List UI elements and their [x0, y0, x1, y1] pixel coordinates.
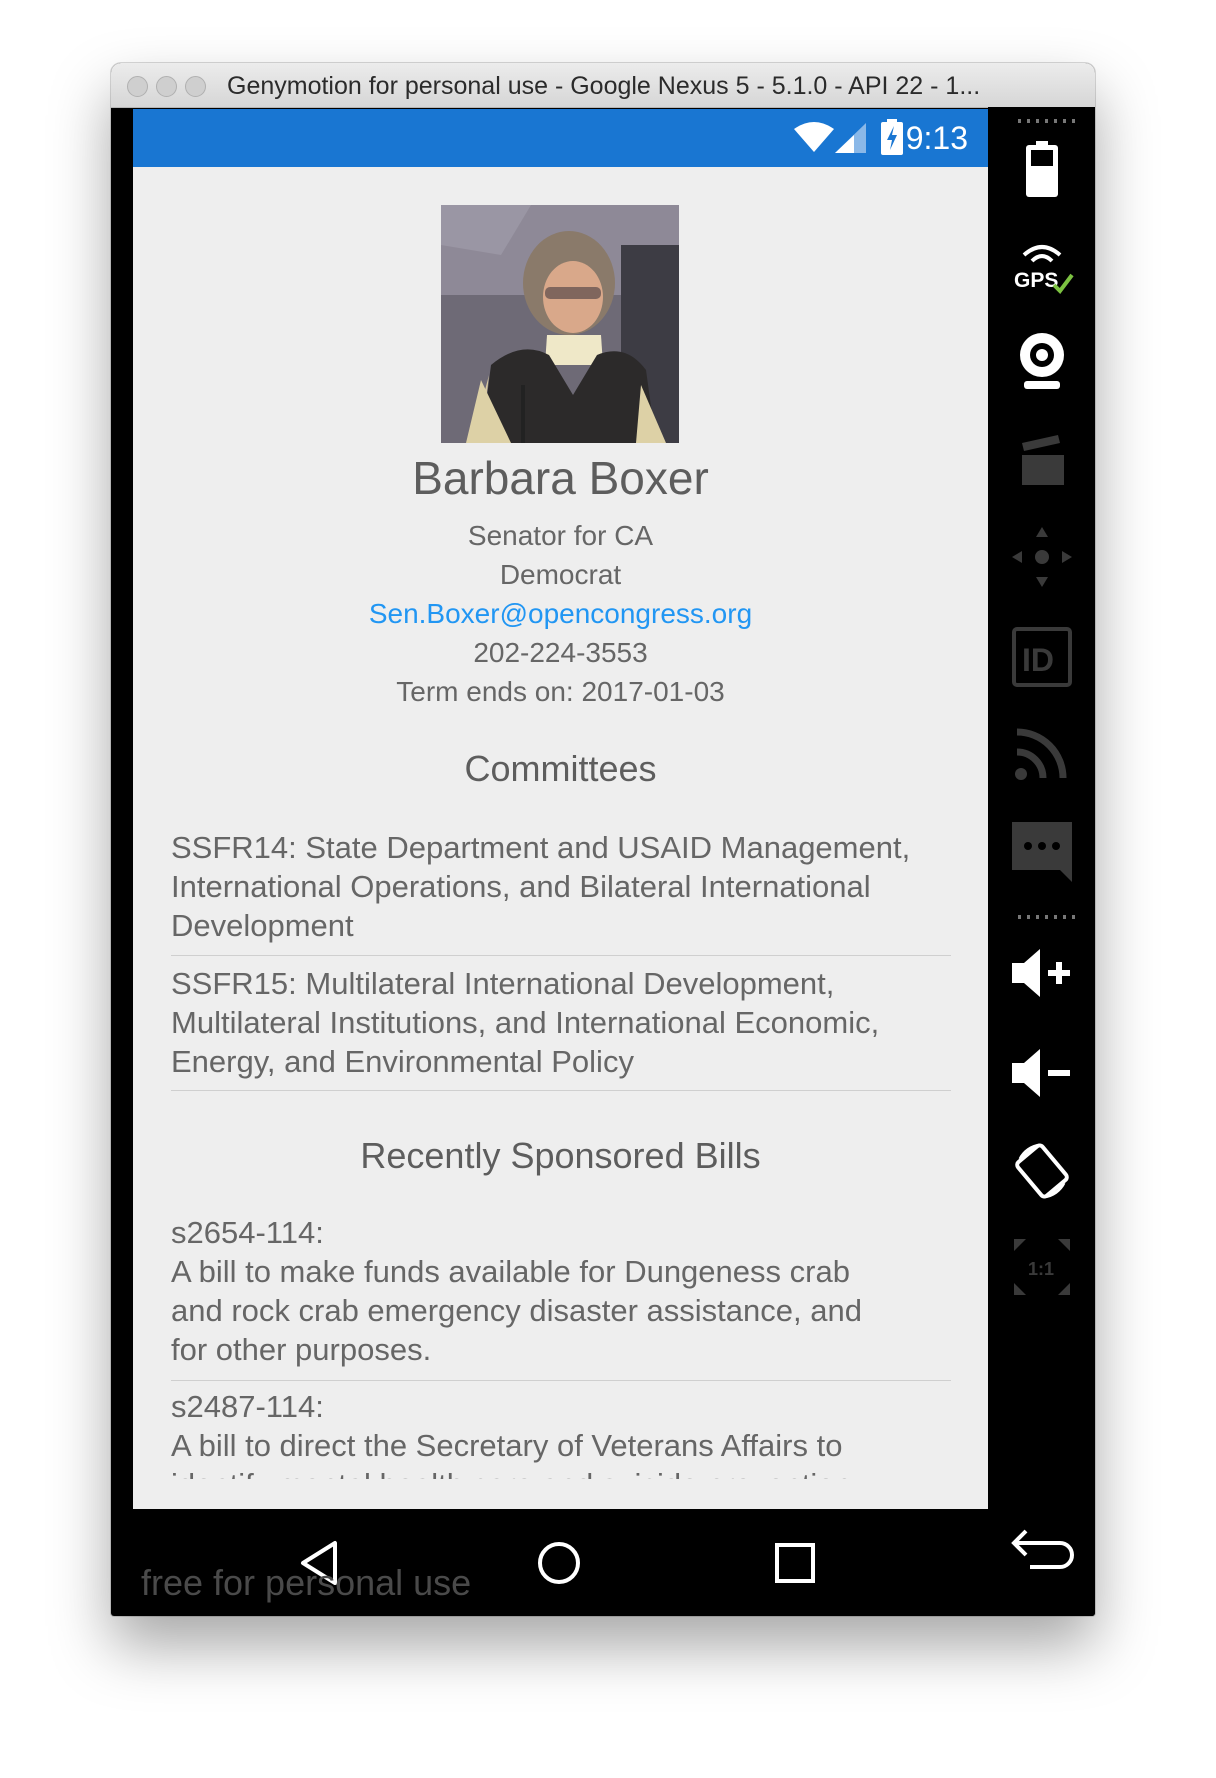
- senator-phone[interactable]: 202-224-3553: [133, 634, 988, 672]
- toolbar-divider: [1018, 915, 1080, 919]
- capture-icon[interactable]: [1010, 429, 1074, 493]
- volume-down-icon[interactable]: [1010, 1041, 1074, 1105]
- bill-title-line: identify mental health care and suicide …: [171, 1465, 951, 1479]
- committee-item[interactable]: SSFR15: Multilateral International Devel…: [171, 964, 951, 1081]
- svg-text:1:1: 1:1: [1028, 1259, 1054, 1279]
- portrait-image: [441, 205, 679, 443]
- bill-title-line: A bill to make funds available for Dunge…: [171, 1254, 850, 1289]
- toolbar-divider: [1018, 119, 1080, 123]
- senator-photo: [441, 205, 679, 443]
- bill-title-line: and rock crab emergency disaster assista…: [171, 1293, 862, 1328]
- cast-icon[interactable]: [1010, 721, 1074, 785]
- senator-email-link[interactable]: Sen.Boxer@opencongress.org: [133, 595, 988, 633]
- nav-home-icon[interactable]: [531, 1535, 587, 1591]
- bill-id: s2654-114:: [171, 1215, 324, 1250]
- committees-heading: Committees: [464, 748, 657, 789]
- gps-icon[interactable]: GPS: [1010, 235, 1074, 299]
- svg-text:GPS: GPS: [1014, 269, 1058, 292]
- nav-recents-icon[interactable]: [767, 1535, 823, 1591]
- window-title: Genymotion for personal use - Google Nex…: [227, 72, 981, 100]
- senator-party: Democrat: [499, 559, 622, 590]
- rotate-icon[interactable]: [1010, 1139, 1074, 1203]
- bill-title-line: for other purposes.: [171, 1332, 432, 1367]
- bill-id: s2487-114:: [171, 1389, 324, 1424]
- committee-line: Energy, and Environmental Policy: [171, 1044, 634, 1079]
- bill-item[interactable]: s2654-114: A bill to make funds availabl…: [171, 1213, 951, 1369]
- status-bar: 9:13: [133, 109, 988, 167]
- minimize-window-button[interactable]: [156, 76, 177, 97]
- window-titlebar[interactable]: Genymotion for personal use - Google Nex…: [111, 63, 1095, 108]
- signal-icon: [835, 123, 866, 153]
- svg-text:ID: ID: [1022, 642, 1054, 678]
- emulator-window: Genymotion for personal use - Google Nex…: [111, 63, 1095, 1616]
- committee-line: Development: [171, 908, 354, 943]
- committee-line: Multilateral Institutions, and Internati…: [171, 1005, 880, 1040]
- senator-detail-content[interactable]: Barbara Boxer Senator for CA Democrat Se…: [133, 167, 988, 1479]
- back-icon[interactable]: [1010, 1515, 1074, 1579]
- id-icon[interactable]: ID: [1010, 625, 1074, 689]
- webcam-icon[interactable]: [1010, 329, 1074, 393]
- bills-heading: Recently Sponsored Bills: [360, 1135, 761, 1176]
- status-clock: 9:13: [905, 120, 968, 156]
- volume-up-icon[interactable]: [1010, 941, 1074, 1005]
- list-divider: [171, 1090, 951, 1091]
- battery-charging-icon: [881, 119, 903, 155]
- bill-item[interactable]: s2487-114: A bill to direct the Secretar…: [171, 1387, 951, 1479]
- committee-line: International Operations, and Bilateral …: [171, 869, 871, 904]
- wifi-icon: [794, 122, 834, 152]
- menu-icon[interactable]: [1010, 1595, 1074, 1616]
- term-end-date: Term ends on: 2017-01-03: [396, 676, 725, 707]
- list-divider: [171, 1380, 951, 1381]
- watermark-text: free for personal use: [141, 1562, 472, 1603]
- bill-title-line: A bill to direct the Secretary of Vetera…: [171, 1428, 843, 1463]
- android-screen: 9:13 Barbara Boxer Senator for CA Democr…: [133, 109, 988, 1509]
- list-divider: [171, 955, 951, 956]
- committee-item[interactable]: SSFR14: State Department and USAID Manag…: [171, 828, 951, 945]
- emulator-toolbar: GPS ID 1:1: [988, 107, 1095, 1616]
- committee-line: SSFR14: State Department and USAID Manag…: [171, 830, 911, 865]
- committee-line: SSFR15: Multilateral International Devel…: [171, 966, 835, 1001]
- senator-name: Barbara Boxer: [412, 452, 709, 504]
- senator-role: Senator for CA: [467, 520, 654, 551]
- maximize-window-button[interactable]: [185, 76, 206, 97]
- scale-icon[interactable]: 1:1: [1010, 1235, 1074, 1299]
- dpad-icon[interactable]: [1010, 525, 1074, 589]
- close-window-button[interactable]: [127, 76, 148, 97]
- battery-icon[interactable]: [1010, 137, 1074, 201]
- sms-icon[interactable]: [1010, 819, 1074, 883]
